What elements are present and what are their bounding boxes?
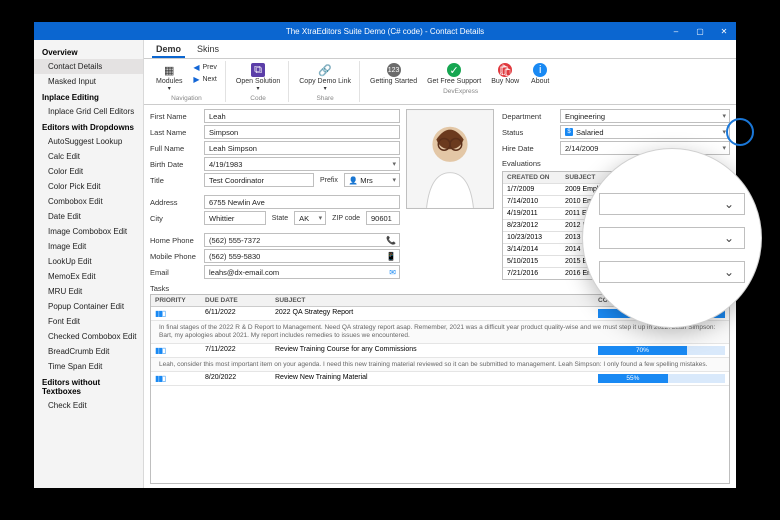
ribbon: ▦Modules▾ ◀Prev ▶Next Navigation ⧉Open S…: [144, 59, 736, 105]
code-icon: ⧉: [251, 63, 265, 77]
close-button[interactable]: ✕: [712, 22, 736, 40]
title-input[interactable]: Test Coordinator: [204, 173, 314, 187]
salaried-icon: $: [565, 128, 573, 136]
sidebar-header: Editors with Dropdowns: [34, 119, 143, 134]
chevron-down-icon: ⌄: [724, 231, 734, 245]
magnified-dropdown[interactable]: ⌄: [599, 261, 745, 283]
sidebar-item[interactable]: Check Edit: [34, 398, 143, 413]
buy-button[interactable]: 🛍Buy Now: [487, 61, 523, 87]
modules-icon: ▦: [162, 63, 176, 77]
getting-started-button[interactable]: 123Getting Started: [366, 61, 421, 87]
magnifier: ⌄ ⌄ ⌄: [582, 148, 762, 328]
next-button[interactable]: ▶Next: [188, 73, 220, 85]
titlebar: The XtraEditors Suite Demo (C# code) - C…: [34, 22, 736, 40]
support-icon: ✓: [447, 63, 461, 77]
state-select[interactable]: AK: [294, 211, 326, 225]
sidebar-item[interactable]: Popup Container Edit: [34, 299, 143, 314]
tab[interactable]: Skins: [193, 42, 223, 58]
tabstrip: Demo Skins: [144, 40, 736, 59]
sidebar-item[interactable]: Image Edit: [34, 239, 143, 254]
tab[interactable]: Demo: [152, 42, 185, 58]
mobile-phone-input[interactable]: (562) 559-5830📱: [204, 249, 400, 263]
birth-date-input[interactable]: 4/19/1983: [204, 157, 400, 171]
prefix-select[interactable]: 👤Mrs: [344, 173, 400, 187]
prev-button[interactable]: ◀Prev: [188, 61, 220, 73]
priority-icon: ▮▮▯: [155, 309, 165, 318]
sidebar-item[interactable]: Masked Input: [34, 74, 143, 89]
sidebar-item[interactable]: Contact Details: [34, 59, 143, 74]
priority-icon: ▮▮▯: [155, 374, 165, 383]
sidebar-item[interactable]: AutoSuggest Lookup: [34, 134, 143, 149]
phone-icon: 📞: [386, 236, 396, 245]
highlight-ring: [726, 118, 754, 146]
address-input[interactable]: 6755 Newlin Ave: [204, 195, 400, 209]
rocket-icon: 123: [387, 63, 401, 77]
mobile-icon: 📱: [386, 252, 396, 261]
sidebar-item[interactable]: Inplace Grid Cell Editors: [34, 104, 143, 119]
sidebar-item[interactable]: Image Combobox Edit: [34, 224, 143, 239]
sidebar-item[interactable]: Date Edit: [34, 209, 143, 224]
sidebar-item[interactable]: Font Edit: [34, 314, 143, 329]
email-input[interactable]: leahs@dx-email.com✉: [204, 265, 400, 279]
sidebar-item[interactable]: Time Span Edit: [34, 359, 143, 374]
cart-icon: 🛍: [498, 63, 512, 77]
priority-icon: ▮▮▯: [155, 346, 165, 355]
last-name-input[interactable]: Simpson: [204, 125, 400, 139]
chevron-down-icon: ⌄: [724, 197, 734, 211]
magnified-dropdown[interactable]: ⌄: [599, 227, 745, 249]
about-button[interactable]: iAbout: [525, 61, 555, 87]
open-solution-button[interactable]: ⧉Open Solution▾: [232, 61, 284, 94]
task-note: In final stages of the 2022 R & D Report…: [151, 321, 729, 344]
sidebar: OverviewContact DetailsMasked InputInpla…: [34, 40, 144, 488]
next-icon: ▶: [192, 75, 200, 83]
minimize-button[interactable]: –: [664, 22, 688, 40]
window-title: The XtraEditors Suite Demo (C# code) - C…: [286, 27, 484, 36]
department-select[interactable]: Engineering: [560, 109, 730, 123]
contact-photo[interactable]: [406, 109, 494, 209]
sidebar-item[interactable]: LookUp Edit: [34, 254, 143, 269]
first-name-input[interactable]: Leah: [204, 109, 400, 123]
status-select[interactable]: $Salaried: [560, 125, 730, 139]
copy-link-button[interactable]: 🔗Copy Demo Link▾: [295, 61, 355, 94]
link-icon: 🔗: [318, 63, 332, 77]
magnified-dropdown[interactable]: ⌄: [599, 193, 745, 215]
sidebar-header: Inplace Editing: [34, 89, 143, 104]
sidebar-item[interactable]: Checked Combobox Edit: [34, 329, 143, 344]
sidebar-item[interactable]: Color Pick Edit: [34, 179, 143, 194]
sidebar-header: Editors without Textboxes: [34, 374, 143, 398]
person-icon: 👤: [349, 176, 358, 185]
full-name-input[interactable]: Leah Simpson: [204, 141, 400, 155]
maximize-button[interactable]: ▢: [688, 22, 712, 40]
sidebar-item[interactable]: MRU Edit: [34, 284, 143, 299]
sidebar-item[interactable]: Color Edit: [34, 164, 143, 179]
sidebar-header: Overview: [34, 44, 143, 59]
prev-icon: ◀: [192, 63, 200, 71]
city-input[interactable]: Whittier: [204, 211, 266, 225]
task-note: Leah, consider this most important item …: [151, 358, 729, 373]
sidebar-item[interactable]: Combobox Edit: [34, 194, 143, 209]
home-phone-input[interactable]: (562) 555-7372📞: [204, 233, 400, 247]
sidebar-item[interactable]: Calc Edit: [34, 149, 143, 164]
task-row[interactable]: ▮▮▯8/20/2022Review New Training Material…: [151, 372, 729, 386]
support-button[interactable]: ✓Get Free Support: [423, 61, 485, 87]
sidebar-item[interactable]: MemoEx Edit: [34, 269, 143, 284]
chevron-down-icon: ⌄: [724, 265, 734, 279]
mail-icon: ✉: [389, 268, 396, 277]
sidebar-item[interactable]: BreadCrumb Edit: [34, 344, 143, 359]
modules-button[interactable]: ▦Modules▾: [152, 61, 186, 94]
task-row[interactable]: ▮▮▯7/11/2022Review Training Course for a…: [151, 344, 729, 358]
info-icon: i: [533, 63, 547, 77]
zip-input[interactable]: 90601: [366, 211, 400, 225]
